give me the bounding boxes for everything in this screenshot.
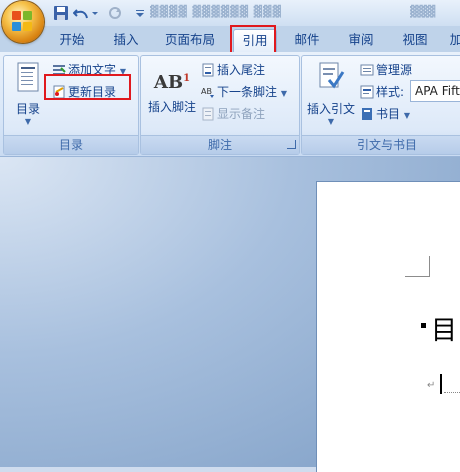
customize-toolbar-icon[interactable]	[134, 4, 144, 22]
document-title: ▓▓▓▓ ▓▓▓▓▓▓ ▓▓▓	[150, 5, 282, 18]
insert-citation-button[interactable]: 插入引文 ▼	[305, 60, 357, 132]
bibliography-button[interactable]: 书目 ▼	[360, 105, 410, 123]
insert-citation-label: 插入引文	[306, 102, 355, 116]
margin-corner-mark-h	[405, 276, 430, 277]
style-label: 样式:	[376, 85, 405, 99]
group-citations: 插入引文 ▼ 管理源 样式: 书目 ▼ 引文与书目	[301, 55, 460, 155]
style-icon	[360, 85, 374, 99]
tab-addins[interactable]: 加	[446, 29, 460, 51]
svg-text:AB: AB	[201, 87, 212, 96]
manage-sources-label: 管理源	[376, 63, 413, 77]
tab-home[interactable]: 开始	[50, 29, 94, 51]
title-bar: ▓▓▓▓ ▓▓▓▓▓▓ ▓▓▓ ▓▓▓	[0, 0, 460, 43]
insert-footnote-label: 插入脚注	[147, 100, 196, 114]
insert-endnote-button[interactable]: 插入尾注	[201, 61, 265, 79]
next-footnote-label: 下一条脚注	[217, 85, 278, 99]
dialog-launcher-icon[interactable]	[287, 140, 296, 149]
group-citations-label: 引文与书目	[302, 135, 460, 154]
group-footnotes: AB1 插入脚注 插入尾注 AB 下一条脚注 ▼ 显示备注 脚注	[140, 55, 300, 155]
toc-icon	[17, 62, 39, 92]
next-footnote-dropdown-icon: ▼	[280, 89, 287, 98]
insert-footnote-button[interactable]: AB1 插入脚注	[144, 62, 200, 122]
show-notes-icon	[201, 107, 215, 121]
group-toc-label: 目录	[4, 135, 138, 154]
paragraph-mark-icon: ↵	[427, 380, 436, 391]
document-heading: 目	[431, 316, 458, 346]
save-icon[interactable]	[52, 4, 70, 22]
undo-icon[interactable]	[72, 4, 90, 22]
toc-button[interactable]: 目录 ▼	[7, 60, 49, 132]
group-footnotes-label: 脚注	[141, 135, 299, 154]
office-logo-icon	[12, 11, 34, 33]
tab-insert[interactable]: 插入	[104, 29, 148, 51]
toc-button-label: 目录	[15, 102, 40, 116]
tab-view[interactable]: 视图	[393, 29, 437, 51]
insert-citation-icon	[319, 62, 345, 89]
insert-endnote-label: 插入尾注	[217, 63, 266, 77]
bibliography-icon	[360, 107, 374, 121]
redo-icon[interactable]	[106, 4, 124, 22]
undo-dropdown-icon[interactable]	[90, 4, 100, 22]
next-footnote-button[interactable]: AB 下一条脚注 ▼	[201, 83, 287, 101]
update-toc-highlight	[44, 74, 131, 100]
tab-leader-dots	[444, 392, 460, 393]
toc-dropdown-icon: ▼	[24, 117, 32, 126]
tab-page-layout[interactable]: 页面布局	[158, 29, 222, 51]
ribbon: 目录 ▼ 添加文字 ▼ 更新目录 目录 AB1 插入脚注 插入尾注 AB 下一条…	[0, 52, 460, 157]
style-selector: 样式:	[360, 83, 404, 101]
office-button[interactable]	[2, 1, 44, 43]
manage-sources-button[interactable]: 管理源	[360, 61, 412, 79]
footnote-icon: AB1	[153, 72, 191, 93]
tab-mailings[interactable]: 邮件	[285, 29, 329, 51]
margin-corner-mark	[429, 256, 430, 276]
group-toc: 目录 ▼ 添加文字 ▼ 更新目录 目录	[3, 55, 139, 155]
show-notes-button[interactable]: 显示备注	[201, 105, 265, 123]
bibliography-label: 书目	[376, 107, 401, 121]
manage-sources-icon	[360, 63, 374, 77]
bibliography-dropdown-icon: ▼	[403, 111, 410, 120]
insert-citation-dropdown-icon: ▼	[327, 117, 335, 126]
style-dropdown[interactable]: APA Fift	[410, 80, 460, 102]
show-notes-label: 显示备注	[217, 107, 266, 121]
heading-bullet	[421, 323, 426, 328]
tab-review[interactable]: 审阅	[339, 29, 383, 51]
next-footnote-icon: AB	[201, 85, 215, 99]
text-cursor	[440, 374, 442, 394]
app-title: ▓▓▓	[410, 5, 436, 18]
insert-endnote-icon	[201, 63, 215, 77]
